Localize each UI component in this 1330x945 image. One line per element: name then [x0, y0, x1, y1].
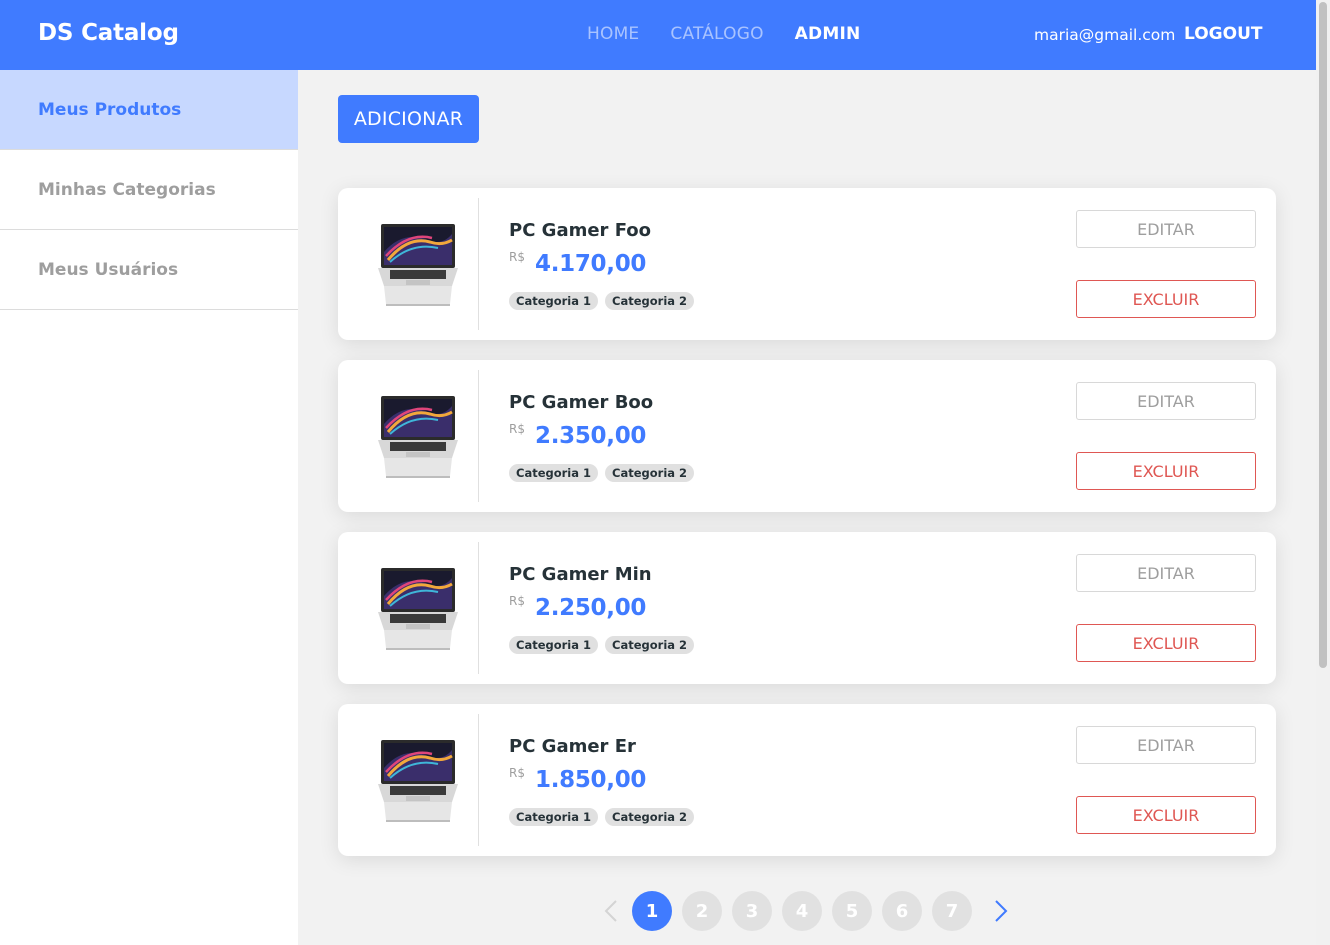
- category-badge: Categoria 1: [509, 808, 599, 826]
- category-badge: Categoria 1: [509, 292, 599, 310]
- edit-button[interactable]: EDITAR: [1076, 382, 1256, 420]
- brand-logo[interactable]: DS Catalog: [38, 20, 179, 46]
- card-divider: [478, 542, 479, 674]
- add-product-button[interactable]: ADICIONAR: [338, 95, 479, 143]
- category-badge: Categoria 2: [605, 292, 695, 310]
- product-name: PC Gamer Er: [509, 736, 636, 757]
- page-button-4[interactable]: 4: [782, 891, 822, 931]
- product-name: PC Gamer Boo: [509, 392, 654, 413]
- product-price: 4.170,00: [535, 251, 647, 277]
- chevron-left-icon[interactable]: [604, 899, 618, 923]
- price-currency: R$: [509, 766, 525, 780]
- sidebar-item-users[interactable]: Meus Usuários: [0, 230, 298, 310]
- delete-button[interactable]: EXCLUIR: [1076, 452, 1256, 490]
- product-name: PC Gamer Foo: [509, 220, 651, 241]
- scrollbar[interactable]: [1316, 0, 1330, 945]
- product-name: PC Gamer Min: [509, 564, 652, 585]
- page-button-7[interactable]: 7: [932, 891, 972, 931]
- card-divider: [478, 714, 479, 846]
- edit-button[interactable]: EDITAR: [1076, 726, 1256, 764]
- category-badge: Categoria 2: [605, 808, 695, 826]
- navbar: DS Catalog HOME CATÁLOGO ADMIN maria@gma…: [0, 0, 1316, 70]
- sidebar-item-categories[interactable]: Minhas Categorias: [0, 150, 298, 230]
- nav-link-catalog[interactable]: CATÁLOGO: [670, 24, 763, 44]
- page-button-6[interactable]: 6: [882, 891, 922, 931]
- edit-button[interactable]: EDITAR: [1076, 554, 1256, 592]
- category-badges: Categoria 1 Categoria 2: [509, 808, 701, 826]
- product-card: PC Gamer Min R$ 2.250,00 Categoria 1 Categor…: [338, 532, 1276, 684]
- category-badge: Categoria 1: [509, 464, 599, 482]
- category-badge: Categoria 1: [509, 636, 599, 654]
- nav-link-home[interactable]: HOME: [587, 24, 639, 44]
- laptop-image: [368, 384, 468, 484]
- product-card: PC Gamer Er R$ 1.850,00 Categoria 1 Categori…: [338, 704, 1276, 856]
- delete-button[interactable]: EXCLUIR: [1076, 796, 1256, 834]
- card-divider: [478, 198, 479, 330]
- product-card: PC Gamer Boo R$ 2.350,00 Categoria 1 Categor…: [338, 360, 1276, 512]
- delete-button[interactable]: EXCLUIR: [1076, 280, 1256, 318]
- category-badges: Categoria 1 Categoria 2: [509, 464, 701, 482]
- page-button-5[interactable]: 5: [832, 891, 872, 931]
- price-currency: R$: [509, 250, 525, 264]
- nav-links: HOME CATÁLOGO ADMIN: [587, 24, 891, 44]
- page-button-1[interactable]: 1: [632, 891, 672, 931]
- delete-button[interactable]: EXCLUIR: [1076, 624, 1256, 662]
- card-divider: [478, 370, 479, 502]
- sidebar: Meus Produtos Minhas Categorias Meus Usu…: [0, 70, 298, 945]
- sidebar-item-products[interactable]: Meus Produtos: [0, 70, 298, 150]
- product-price: 2.250,00: [535, 595, 647, 621]
- page-button-3[interactable]: 3: [732, 891, 772, 931]
- laptop-image: [368, 728, 468, 828]
- edit-button[interactable]: EDITAR: [1076, 210, 1256, 248]
- price-currency: R$: [509, 422, 525, 436]
- category-badge: Categoria 2: [605, 636, 695, 654]
- category-badges: Categoria 1 Categoria 2: [509, 636, 701, 654]
- logout-link[interactable]: LOGOUT: [1184, 24, 1262, 44]
- product-price: 1.850,00: [535, 767, 647, 793]
- scrollbar-thumb[interactable]: [1319, 2, 1327, 668]
- nav-link-admin[interactable]: ADMIN: [795, 24, 861, 44]
- laptop-image: [368, 212, 468, 312]
- category-badge: Categoria 2: [605, 464, 695, 482]
- user-email: maria@gmail.com: [1034, 26, 1176, 44]
- chevron-right-icon[interactable]: [994, 899, 1008, 923]
- category-badges: Categoria 1 Categoria 2: [509, 292, 701, 310]
- laptop-image: [368, 556, 468, 656]
- price-currency: R$: [509, 594, 525, 608]
- product-card: PC Gamer Foo R$ 4.170,00 Categoria 1 Categor…: [338, 188, 1276, 340]
- product-price: 2.350,00: [535, 423, 647, 449]
- page-button-2[interactable]: 2: [682, 891, 722, 931]
